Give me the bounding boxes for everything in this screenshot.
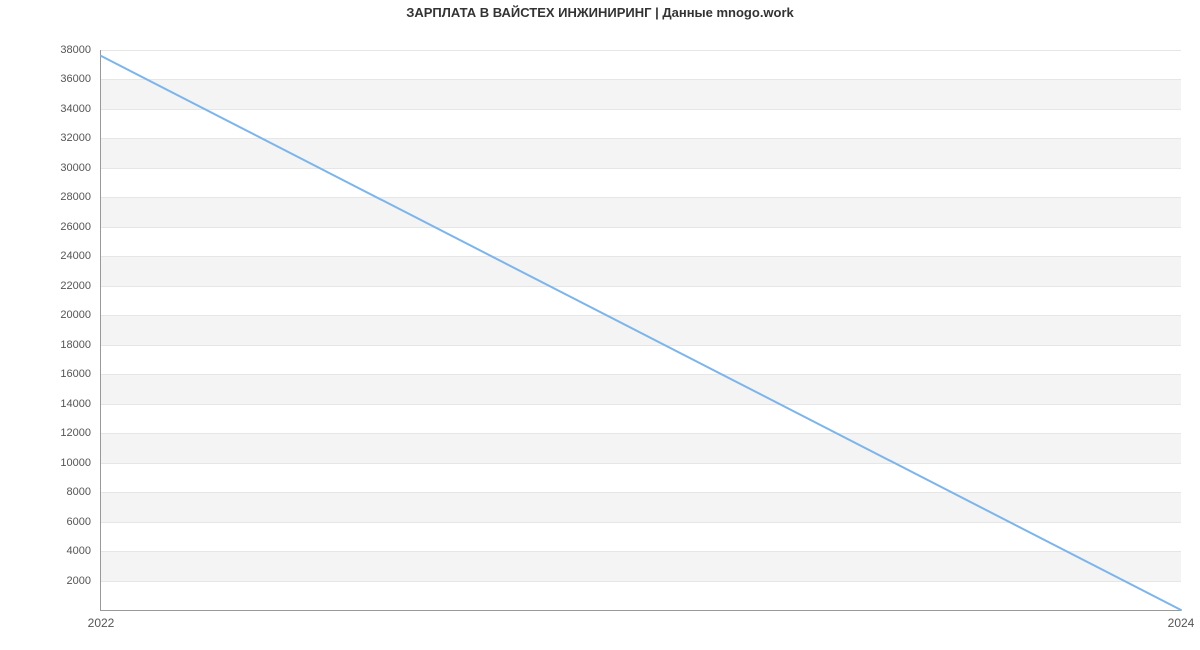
y-tick-label: 38000: [1, 44, 99, 56]
y-tick-label: 34000: [1, 103, 99, 115]
y-tick-label: 30000: [1, 162, 99, 174]
y-tick-label: 28000: [1, 191, 99, 203]
x-tick-label: 2024: [1168, 616, 1195, 630]
y-tick-label: 8000: [1, 486, 99, 498]
y-tick-label: 12000: [1, 427, 99, 439]
y-tick-label: 16000: [1, 368, 99, 380]
y-tick-label: 36000: [1, 73, 99, 85]
series-salary: [101, 56, 1181, 610]
chart-title: ЗАРПЛАТА В ВАЙСТЕХ ИНЖИНИРИНГ | Данные m…: [0, 5, 1200, 20]
y-tick-label: 14000: [1, 398, 99, 410]
y-tick-label: 22000: [1, 280, 99, 292]
y-tick-label: 4000: [1, 545, 99, 557]
plot-area: 2000400060008000100001200014000160001800…: [100, 50, 1181, 611]
y-tick-label: 32000: [1, 132, 99, 144]
y-tick-label: 24000: [1, 250, 99, 262]
x-tick-label: 2022: [88, 616, 115, 630]
salary-chart: ЗАРПЛАТА В ВАЙСТЕХ ИНЖИНИРИНГ | Данные m…: [0, 0, 1200, 650]
y-tick-label: 18000: [1, 339, 99, 351]
y-tick-label: 26000: [1, 221, 99, 233]
chart-svg: [101, 50, 1181, 610]
y-tick-label: 10000: [1, 457, 99, 469]
y-tick-label: 2000: [1, 575, 99, 587]
y-tick-label: 6000: [1, 516, 99, 528]
y-tick-label: 20000: [1, 309, 99, 321]
